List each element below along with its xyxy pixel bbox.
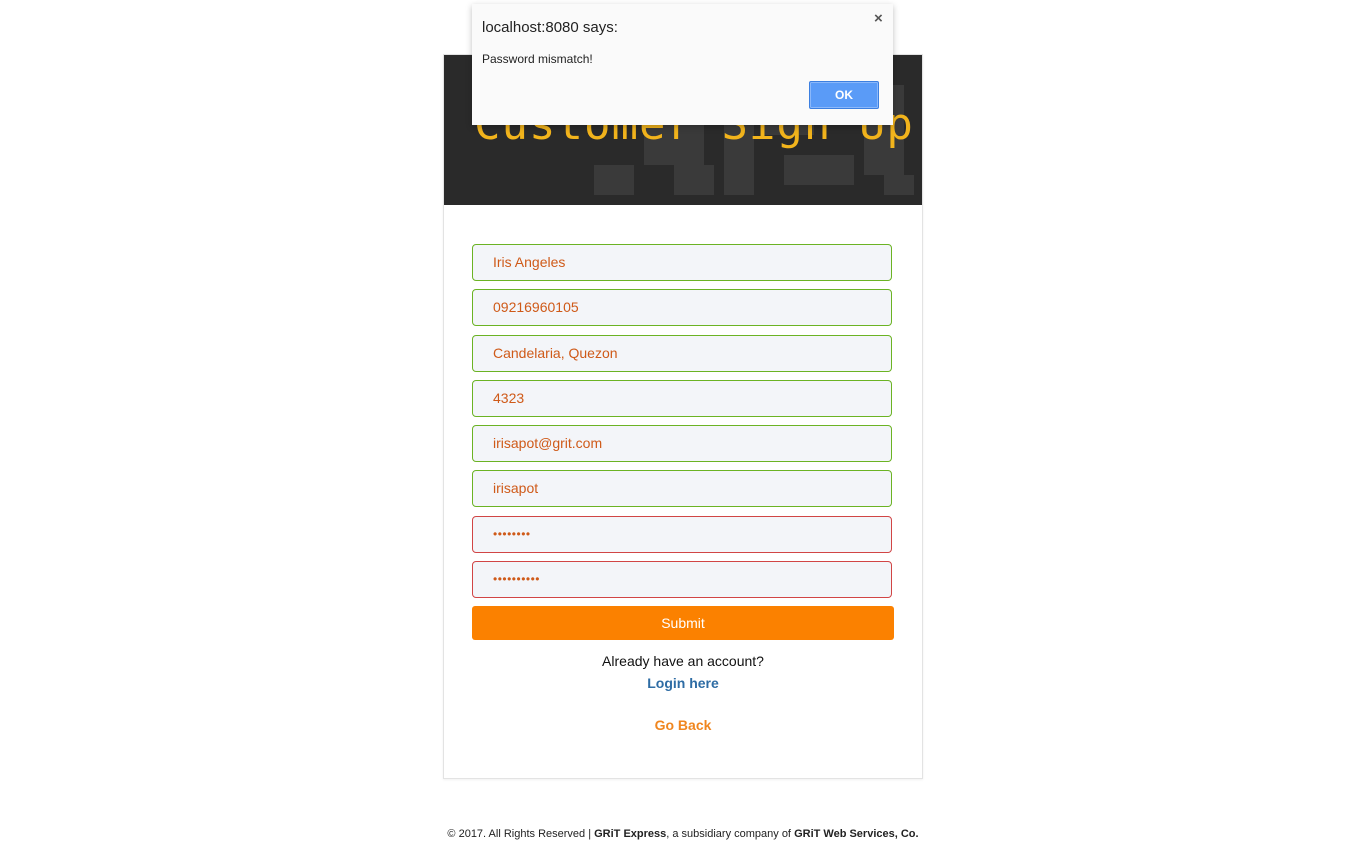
email-field[interactable]: irisapot@grit.com [472,425,892,462]
login-link[interactable]: Login here [444,675,922,691]
already-have-account-text: Already have an account? [602,653,764,669]
contact-number-field[interactable]: 09216960105 [472,289,892,326]
full-name-field[interactable]: Iris Angeles [472,244,892,281]
signup-card: Customer Sign Up Iris Angeles 0921696010… [443,54,923,779]
dialog-message: Password mismatch! [482,52,593,66]
address-field[interactable]: Candelaria, Quezon [472,335,892,372]
footer-middle: , a subsidiary company of [666,828,795,840]
alert-dialog: localhost:8080 says: × Password mismatch… [472,4,893,125]
ok-button[interactable]: OK [809,81,879,109]
footer: © 2017. All Rights Reserved | GRiT Expre… [443,828,923,840]
footer-prefix: © 2017. All Rights Reserved | [447,828,595,840]
confirm-password-field[interactable]: •••••••••• [472,561,892,598]
footer-company: GRiT Web Services, Co. [794,828,919,840]
submit-button[interactable]: Submit [472,606,894,640]
go-back-link[interactable]: Go Back [444,717,922,733]
close-icon[interactable]: × [874,10,883,27]
zip-code-field[interactable]: 4323 [472,380,892,417]
password-field[interactable]: •••••••• [472,516,892,553]
username-field[interactable]: irisapot [472,470,892,507]
footer-brand: GRiT Express [594,828,667,840]
dialog-title: localhost:8080 says: [482,19,618,36]
